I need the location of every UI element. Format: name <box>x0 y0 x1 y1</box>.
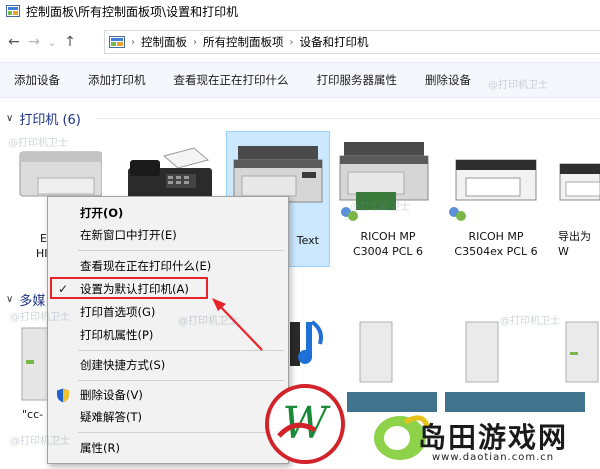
menu-item-remove-device[interactable]: 删除设备(V) <box>48 385 288 405</box>
add-device-button[interactable]: 添加设备 <box>0 72 74 88</box>
menu-item-label: 打印机属性(P) <box>80 328 154 342</box>
control-panel-icon <box>6 5 20 17</box>
watermark: @打印机卫士 <box>178 316 238 327</box>
menu-item-label: 疑难解答(T) <box>80 410 142 424</box>
navigation-bar: ← → ⌄ ↑ › 控制面板 › 所有控制面板项 › 设备和打印机 <box>0 26 600 58</box>
device-export-printer[interactable]: 导出为W <box>552 130 600 270</box>
media-device-5[interactable] <box>556 316 600 386</box>
add-printer-button[interactable]: 添加打印机 <box>74 72 160 88</box>
annotation-highlight-box <box>50 277 208 299</box>
menu-item-open[interactable]: 打开(O) <box>48 203 288 223</box>
forward-button[interactable]: → <box>24 30 44 54</box>
print-server-properties-button[interactable]: 打印服务器属性 <box>303 72 412 88</box>
watermark: @打印机卫士 <box>8 138 68 149</box>
breadcrumb-separator: › <box>289 36 294 48</box>
music-note-icon <box>290 320 323 366</box>
title-bar: 控制面板\所有控制面板项\设置和打印机 <box>0 0 600 22</box>
printers-group-label: 打印机 (6) <box>19 113 81 128</box>
shield-icon <box>57 388 69 403</box>
back-arrow-icon: ← <box>8 34 20 50</box>
menu-item-label: 查看现在正在打印什么(E) <box>80 259 212 273</box>
menu-divider <box>78 350 284 351</box>
context-menu: 打开(O) 在新窗口中打开(E) 查看现在正在打印什么(E) ✓ 设置为默认打印… <box>47 196 289 464</box>
watermark: @打印机卫士 <box>350 202 410 213</box>
device-label: RICOH MP <box>360 230 416 243</box>
server-icon <box>565 321 599 383</box>
group-divider <box>96 118 600 119</box>
menu-item-label: 删除设备(V) <box>80 388 143 402</box>
menu-divider <box>78 432 284 433</box>
menu-item-printer-properties[interactable]: 打印机属性(P) <box>48 325 288 345</box>
menu-item-label: 打印首选项(G) <box>80 305 156 319</box>
menu-item-printing-preferences[interactable]: 打印首选项(G) <box>48 302 288 322</box>
site-logo-url: www.daotian.com.cn <box>432 452 555 463</box>
media-device-3[interactable] <box>346 316 406 386</box>
watermark: @打印机卫士 <box>500 316 560 327</box>
menu-item-open-new-window[interactable]: 在新窗口中打开(E) <box>48 225 288 245</box>
menu-item-troubleshoot[interactable]: 疑难解答(T) <box>48 407 288 427</box>
device-label: 导出为W <box>558 230 591 258</box>
up-button[interactable]: ↑ <box>60 30 80 54</box>
menu-divider <box>78 250 284 251</box>
up-arrow-icon: ↑ <box>64 34 76 50</box>
breadcrumb-separator: › <box>193 36 197 48</box>
chevron-down-icon: ⌄ <box>47 35 57 49</box>
watermark: @打印机卫士 <box>10 312 70 323</box>
watermark: @打印机卫士 <box>488 80 548 91</box>
device-label: C3504ex PCL 6 <box>454 245 538 258</box>
watermark: @打印机卫士 <box>10 436 70 447</box>
printer-icon <box>559 163 600 201</box>
recent-locations-button[interactable]: ⌄ <box>44 30 60 54</box>
menu-item-see-printing[interactable]: 查看现在正在打印什么(E) <box>48 256 288 276</box>
breadcrumb-separator: › <box>131 36 135 48</box>
server-icon <box>359 321 393 383</box>
see-printing-button[interactable]: 查看现在正在打印什么 <box>160 72 303 88</box>
device-label: C3004 PCL 6 <box>352 245 424 258</box>
menu-item-label: 属性(R) <box>80 441 120 455</box>
remove-device-button[interactable]: 删除设备 <box>411 72 485 88</box>
breadcrumb-devices-printers[interactable]: 设备和打印机 <box>296 34 373 50</box>
menu-divider <box>78 380 284 381</box>
breadcrumb-control-panel[interactable]: 控制面板 <box>137 34 191 50</box>
multifunction-printer-icon <box>449 159 537 221</box>
menu-item-create-shortcut[interactable]: 创建快捷方式(S) <box>48 355 288 375</box>
chevron-down-icon: ∨ <box>6 113 14 124</box>
control-panel-icon <box>109 36 125 48</box>
back-button[interactable]: ← <box>4 30 24 54</box>
svg-text:W: W <box>282 398 331 449</box>
menu-item-label: 创建快捷方式(S) <box>80 358 166 372</box>
window-title: 控制面板\所有控制面板项\设置和打印机 <box>26 4 239 19</box>
menu-item-label: 打开(O) <box>80 206 124 220</box>
site-logo-name: 岛田游戏网 <box>418 421 569 454</box>
breadcrumb-all-items[interactable]: 所有控制面板项 <box>199 34 288 50</box>
menu-item-properties[interactable]: 属性(R) <box>48 438 288 458</box>
device-label: RICOH MP <box>468 230 524 243</box>
menu-item-label: 在新窗口中打开(E) <box>80 228 177 242</box>
device-ricoh-c3504ex[interactable]: RICOH MP C3504ex PCL 6 <box>444 130 548 270</box>
multimedia-group-label: 多媒 <box>19 294 46 309</box>
multimedia-group-header[interactable]: ∨ 多媒 <box>6 290 45 309</box>
printers-group-header[interactable]: ∨ 打印机 (6) <box>6 109 81 128</box>
address-bar[interactable]: › 控制面板 › 所有控制面板项 › 设备和打印机 <box>104 30 600 54</box>
chevron-down-icon: ∨ <box>6 294 14 305</box>
forward-arrow-icon: → <box>28 34 40 50</box>
media-device-2[interactable] <box>290 316 330 376</box>
